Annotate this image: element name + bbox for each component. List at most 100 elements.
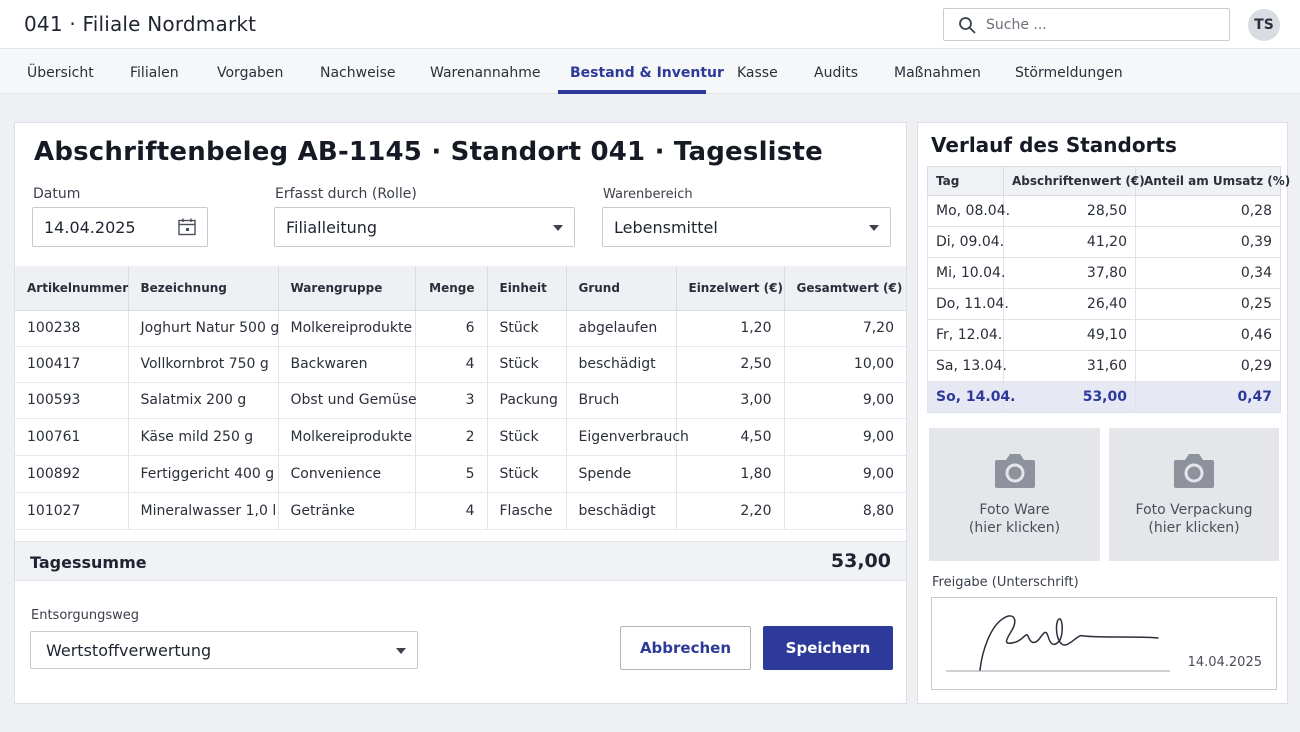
table-cell: Mo, 08.04. [927, 195, 1010, 227]
table-cell: Mi, 10.04. [927, 257, 1005, 289]
avatar[interactable]: TS [1248, 9, 1280, 41]
disposal-select[interactable]: Wertstoffverwertung [30, 631, 418, 669]
table-cell: 4 [415, 492, 488, 530]
area-select[interactable]: Lebensmittel [602, 207, 891, 247]
tab-massnahmen[interactable]: Maßnahmen [894, 49, 981, 94]
chevron-down-icon [553, 225, 563, 231]
chevron-down-icon [869, 225, 879, 231]
save-button[interactable]: Speichern [763, 626, 893, 670]
history-row[interactable]: Fr, 12.04. 49,10 0,46 [927, 319, 1281, 351]
table-cell: 4 [415, 346, 488, 383]
main-nav: Übersicht Filialen Vorgaben Nachweise Wa… [0, 48, 1300, 94]
history-row[interactable]: Mi, 10.04. 37,80 0,34 [927, 257, 1281, 289]
search-box[interactable] [943, 8, 1230, 41]
tab-vorgaben[interactable]: Vorgaben [217, 49, 283, 94]
tab-bestand-inventur[interactable]: Bestand & Inventur [570, 49, 724, 94]
disposal-label: Entsorgungsweg [31, 608, 140, 623]
column-header[interactable]: Bezeichnung [128, 266, 279, 311]
camera-icon [995, 454, 1035, 488]
tab-audits[interactable]: Audits [814, 49, 858, 94]
table-cell: 1,20 [676, 310, 785, 347]
date-label: Datum [33, 186, 81, 202]
photo-packaging-title: Foto Verpackung [1135, 502, 1253, 518]
table-cell: So, 14.04. [927, 381, 1016, 413]
write-off-table: Artikelnummer Bezeichnung Warengruppe Me… [15, 266, 906, 530]
table-cell: Do, 11.04. [927, 288, 1009, 320]
table-cell: 0,29 [1135, 350, 1281, 382]
table-cell: Obst und Gemüse [278, 382, 417, 419]
history-row[interactable]: Di, 09.04. 41,20 0,39 [927, 226, 1281, 258]
column-header: Abschriftenwert (€) [1003, 166, 1145, 196]
table-row[interactable]: 100593 Salatmix 200 g Obst und Gemüse 3 … [15, 382, 906, 419]
signature-field[interactable]: 14.04.2025 [931, 597, 1277, 690]
photo-packaging-button[interactable]: Foto Verpackung (hier klicken) [1109, 428, 1279, 561]
photo-ware-title: Foto Ware [979, 502, 1050, 518]
table-cell: Spende [566, 455, 677, 493]
column-header: Tag [927, 166, 1004, 196]
date-field[interactable]: 14.04.2025 [32, 207, 208, 247]
table-cell: Molkereiprodukte [278, 418, 416, 456]
table-cell: Packung [487, 382, 567, 419]
column-header[interactable]: Warengruppe [278, 266, 416, 311]
history-row[interactable]: Sa, 13.04. 31,60 0,29 [927, 350, 1281, 382]
table-row[interactable]: 101027 Mineralwasser 1,0 l Getränke 4 Fl… [15, 492, 906, 530]
cancel-button[interactable]: Abbrechen [620, 626, 751, 670]
table-cell: 28,50 [1003, 195, 1136, 227]
table-cell: 9,00 [784, 382, 906, 419]
table-cell: Eigenverbrauch [566, 418, 689, 456]
column-header[interactable]: Artikelnummer [15, 266, 129, 311]
column-header[interactable]: Menge [415, 266, 488, 311]
recorder-label: Erfasst durch (Rolle) [275, 186, 417, 202]
table-row[interactable]: 100761 Käse mild 250 g Molkereiprodukte … [15, 418, 906, 456]
daily-total-value: 53,00 [830, 550, 891, 572]
table-cell: 101027 [15, 492, 129, 530]
tab-kasse[interactable]: Kasse [737, 49, 778, 94]
column-header[interactable]: Grund [566, 266, 677, 311]
photo-ware-hint: (hier klicken) [968, 520, 1061, 536]
table-cell: 100593 [15, 382, 129, 419]
table-cell: 0,34 [1135, 257, 1281, 289]
history-row[interactable]: Do, 11.04. 26,40 0,25 [927, 288, 1281, 320]
calendar-icon[interactable] [177, 217, 197, 237]
tab-filialen[interactable]: Filialen [130, 49, 179, 94]
column-header[interactable]: Gesamtwert (€) [784, 266, 906, 311]
table-cell: Vollkornbrot 750 g [128, 346, 279, 383]
tab-uebersicht[interactable]: Übersicht [27, 49, 94, 94]
column-header[interactable]: Einzelwert (€) [676, 266, 785, 311]
tab-nachweise[interactable]: Nachweise [320, 49, 395, 94]
table-cell: Bruch [566, 382, 677, 419]
table-cell: Fertiggericht 400 g [128, 455, 279, 493]
photo-ware-button[interactable]: Foto Ware (hier klicken) [929, 428, 1100, 561]
document-title: Abschriftenbeleg AB-1145 · Standort 041 … [34, 137, 823, 167]
column-header[interactable]: Einheit [487, 266, 567, 311]
search-input[interactable] [986, 15, 1221, 35]
tab-stoermeldungen[interactable]: Störmeldungen [1015, 49, 1123, 94]
table-cell: 0,39 [1135, 226, 1281, 258]
chevron-down-icon [396, 648, 406, 654]
table-cell: 49,10 [1003, 319, 1136, 351]
table-row[interactable]: 100892 Fertiggericht 400 g Convenience 5… [15, 455, 906, 493]
recorder-select[interactable]: Filialleitung [274, 207, 575, 247]
history-table: Tag Abschriftenwert (€) Anteil am Umsatz… [927, 166, 1290, 413]
recorder-value: Filialleitung [286, 218, 378, 237]
table-row[interactable]: 100238 Joghurt Natur 500 g Molkereiprodu… [15, 310, 906, 347]
table-cell: 7,20 [784, 310, 906, 347]
table-cell: Stück [487, 455, 567, 493]
table-cell: 4,50 [676, 418, 785, 456]
table-cell: 53,00 [1003, 381, 1136, 413]
table-cell: 9,00 [784, 455, 906, 493]
history-panel: Verlauf des Standorts Tag Abschriftenwer… [917, 122, 1290, 704]
table-cell: 5 [415, 455, 488, 493]
table-cell: Backwaren [278, 346, 416, 383]
tab-warenannahme[interactable]: Warenannahme [430, 49, 541, 94]
table-cell: 0,28 [1135, 195, 1281, 227]
table-cell: Molkereiprodukte [278, 310, 416, 347]
history-row[interactable]: Mo, 08.04. 28,50 0,28 [927, 195, 1281, 227]
active-tab-indicator [558, 90, 706, 94]
column-header: Anteil am Umsatz (%) [1135, 166, 1290, 196]
table-cell: 31,60 [1003, 350, 1136, 382]
top-bar: 041 · Filiale Nordmarkt TS [0, 0, 1300, 48]
camera-icon [1174, 454, 1214, 488]
table-row[interactable]: 100417 Vollkornbrot 750 g Backwaren 4 St… [15, 346, 906, 383]
history-row-current[interactable]: So, 14.04. 53,00 0,47 [927, 381, 1281, 413]
